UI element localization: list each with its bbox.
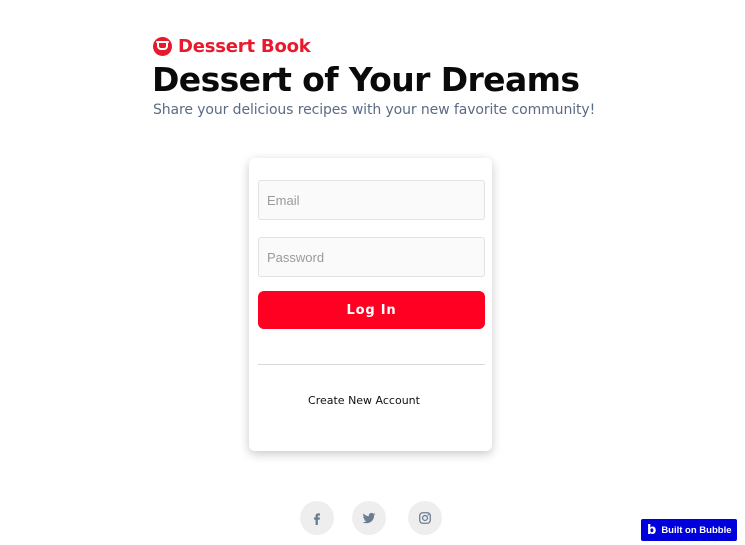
- page-title: Dessert of Your Dreams: [152, 60, 580, 99]
- brand[interactable]: Dessert Book: [153, 36, 311, 57]
- divider: [258, 364, 485, 365]
- login-card: Log In Create New Account: [249, 158, 492, 451]
- twitter-icon: [362, 512, 376, 524]
- instagram-button[interactable]: [408, 501, 442, 535]
- cupcake-icon: [153, 37, 172, 56]
- password-field[interactable]: [258, 237, 485, 277]
- bubble-logo-icon: b: [647, 522, 657, 538]
- login-button[interactable]: Log In: [258, 291, 485, 329]
- twitter-button[interactable]: [352, 501, 386, 535]
- create-account-link[interactable]: Create New Account: [249, 394, 479, 407]
- facebook-icon: [314, 513, 320, 525]
- facebook-button[interactable]: [300, 501, 334, 535]
- instagram-icon: [419, 512, 431, 524]
- badge-label: Built on Bubble: [661, 524, 732, 536]
- page-subtitle: Share your delicious recipes with your n…: [153, 102, 596, 118]
- email-field[interactable]: [258, 180, 485, 220]
- brand-name: Dessert Book: [178, 36, 311, 57]
- built-on-bubble-badge[interactable]: b Built on Bubble: [641, 519, 737, 541]
